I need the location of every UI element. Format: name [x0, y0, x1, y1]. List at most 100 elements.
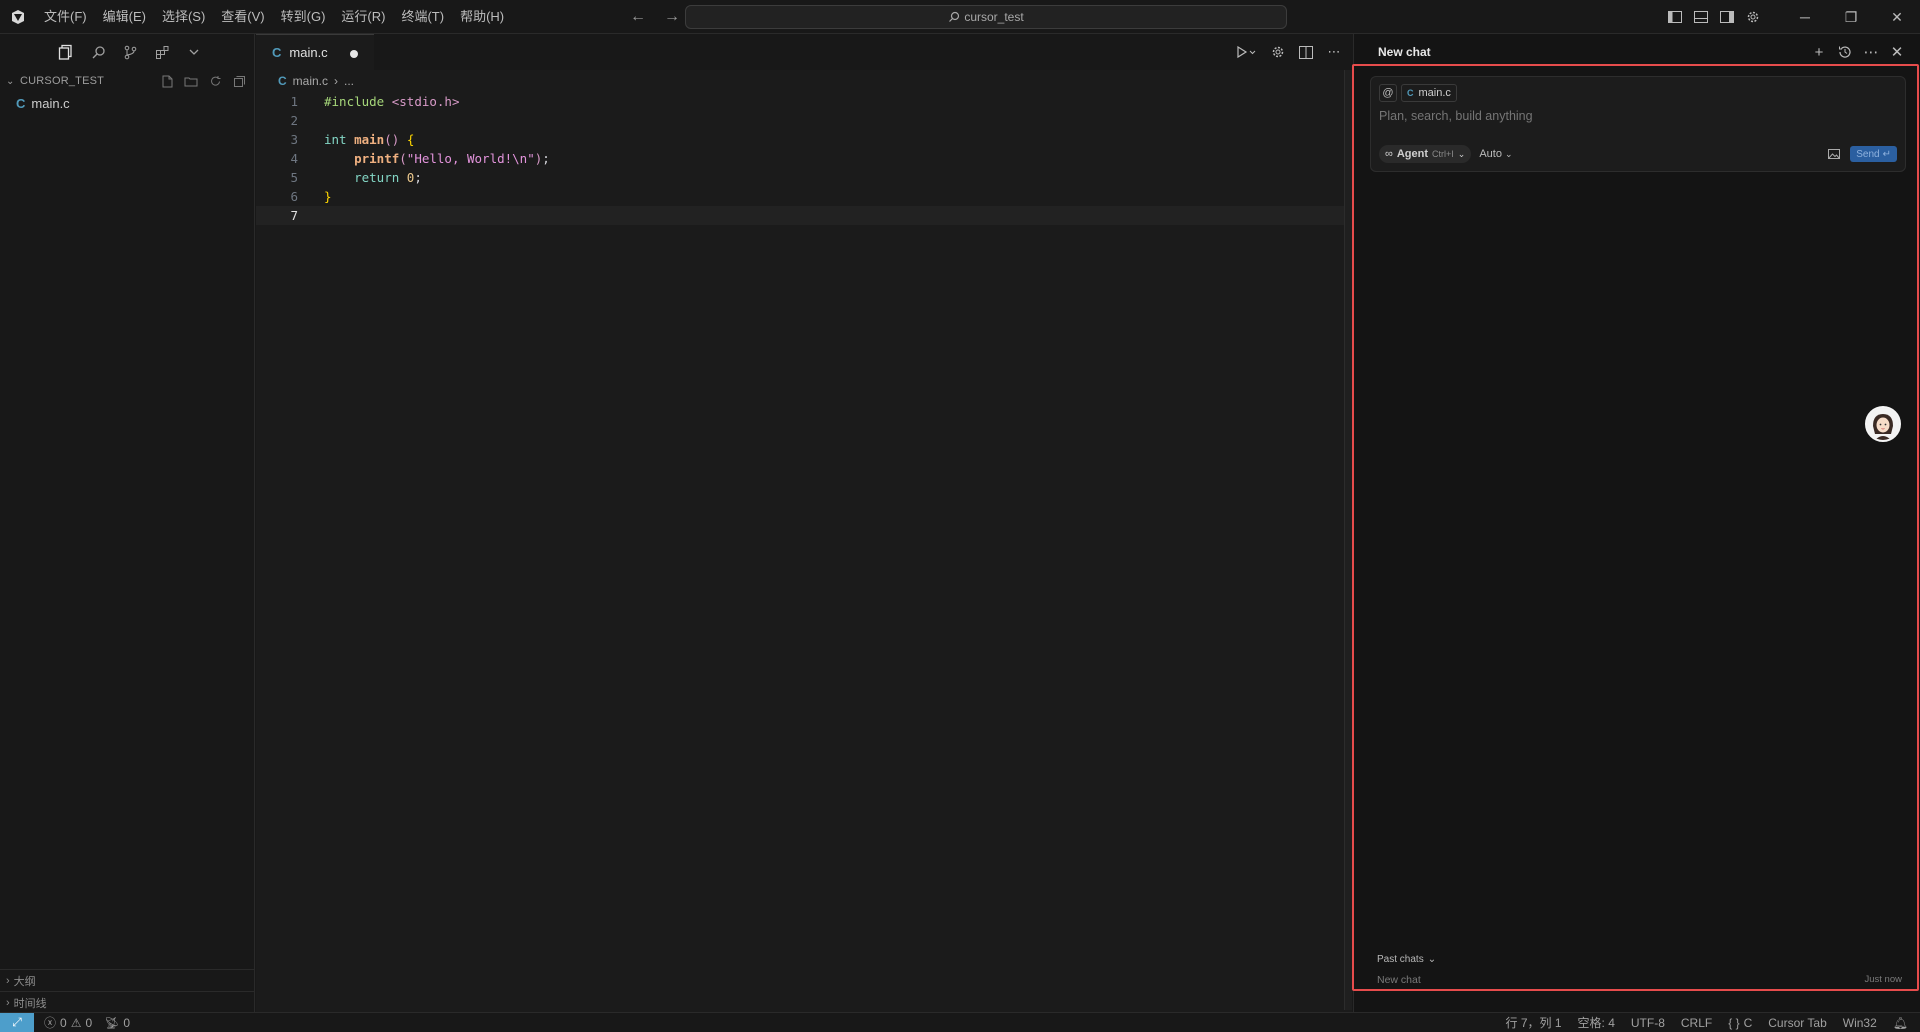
primary-sidebar: ⌄ CURSOR_TEST C main.c › 大纲 › 时间线 — [0, 34, 255, 1013]
history-icon[interactable] — [1836, 43, 1854, 61]
breadcrumb-symbol[interactable]: ... — [344, 74, 354, 88]
indentation[interactable]: 空格: 4 — [1578, 1014, 1615, 1031]
editor-area: C main.c ⋯ C main.c › ... 1 #include <st… — [256, 34, 1608, 1013]
title-bar: 文件(F) 编辑(E) 选择(S) 查看(V) 转到(G) 运行(R) 终端(T… — [0, 0, 1920, 34]
new-chat-plus-icon[interactable]: + — [1810, 43, 1828, 61]
chat-composer: @ C main.c ∞ Agent Ctrl+I ⌄ Auto ⌄ — [1370, 76, 1906, 172]
menu-selection[interactable]: 选择(S) — [154, 0, 213, 34]
code-text: } — [324, 189, 332, 204]
explorer-files-icon[interactable] — [55, 41, 77, 63]
remote-indicator-icon[interactable]: ⤢ — [0, 1012, 34, 1032]
refresh-icon[interactable] — [206, 72, 224, 90]
cursor-logo-icon[interactable] — [0, 0, 36, 34]
assistant-avatar[interactable] — [1865, 406, 1901, 442]
line-number: 5 — [290, 170, 298, 185]
timeline-section-label: 时间线 — [13, 997, 47, 1010]
chat-input[interactable] — [1379, 109, 1879, 123]
agent-mode-label: Agent — [1396, 148, 1429, 160]
line-number: 7 — [290, 208, 298, 223]
menu-help[interactable]: 帮助(H) — [452, 0, 512, 34]
close-icon[interactable]: ✕ — [1888, 43, 1906, 61]
toggle-primary-sidebar-icon[interactable] — [1662, 0, 1688, 34]
outline-section-label: 大纲 — [13, 975, 36, 988]
ports-indicator[interactable]: 📡︎ 0 — [104, 1016, 130, 1030]
chat-title[interactable]: New chat — [1378, 45, 1431, 59]
more-options-icon[interactable]: ⋯ — [1862, 43, 1880, 61]
code-line: 3 int main() { — [256, 130, 1346, 149]
chevron-down-icon[interactable] — [183, 41, 205, 63]
run-debug-icon[interactable] — [1232, 42, 1260, 62]
tab-main-c[interactable]: C main.c — [256, 34, 374, 70]
more-actions-icon[interactable]: ⋯ — [1324, 42, 1344, 62]
chevron-right-icon: › — [6, 996, 10, 1009]
settings-gear-icon[interactable] — [1740, 0, 1766, 34]
model-select[interactable]: Auto ⌄ — [1479, 148, 1512, 160]
platform[interactable]: Win32 — [1843, 1016, 1877, 1030]
breadcrumb-file[interactable]: main.c — [293, 74, 328, 88]
tab-label: main.c — [289, 45, 328, 60]
command-center-search[interactable]: cursor_test — [685, 5, 1287, 29]
menu-bar: 文件(F) 编辑(E) 选择(S) 查看(V) 转到(G) 运行(R) 终端(T… — [36, 0, 512, 34]
cursor-position[interactable]: 行 7，列 1 — [1506, 1014, 1562, 1031]
past-chat-title: New chat — [1377, 974, 1421, 986]
explorer-folder-header[interactable]: ⌄ CURSOR_TEST — [0, 70, 254, 92]
chevron-right-icon: › — [334, 74, 339, 88]
new-folder-icon[interactable] — [182, 72, 200, 90]
timeline-section[interactable]: › 时间线 — [0, 991, 255, 1013]
code-text: #include <stdio.h> — [324, 94, 460, 109]
code-text: return 0; — [354, 170, 422, 185]
line-ending[interactable]: CRLF — [1681, 1016, 1712, 1030]
language-mode[interactable]: { } C — [1728, 1016, 1752, 1030]
code-text: printf("Hello, World!\n"); — [354, 151, 550, 166]
menu-terminal[interactable]: 终端(T) — [393, 0, 452, 34]
notifications-bell-icon[interactable]: 🔔︎ — [1893, 1016, 1908, 1030]
forward-arrow-icon[interactable]: → — [660, 8, 684, 26]
agent-mode-shortcut: Ctrl+I — [1432, 149, 1454, 159]
agent-mode-dropdown[interactable]: ∞ Agent Ctrl+I ⌄ — [1379, 145, 1472, 163]
send-button[interactable]: Send ↵ — [1850, 146, 1897, 162]
past-chats-toggle[interactable]: Past chats ⌄ — [1377, 954, 1436, 965]
extensions-icon[interactable] — [151, 41, 173, 63]
folder-name: CURSOR_TEST — [20, 75, 105, 87]
source-control-icon[interactable] — [119, 41, 141, 63]
menu-view[interactable]: 查看(V) — [213, 0, 272, 34]
add-context-button[interactable]: @ — [1379, 84, 1397, 102]
menu-run[interactable]: 运行(R) — [333, 0, 393, 34]
toggle-panel-icon[interactable] — [1688, 0, 1714, 34]
image-upload-icon[interactable] — [1828, 147, 1841, 162]
chevron-down-icon: ⌄ — [1427, 954, 1437, 965]
error-count: 0 — [60, 1015, 67, 1030]
file-tree-item[interactable]: C main.c — [0, 92, 254, 114]
problems-indicator[interactable]: ⓧ 0 ⚠ 0 — [44, 1014, 92, 1031]
split-editor-icon[interactable] — [1296, 42, 1316, 62]
code-text: int main() { — [324, 132, 415, 147]
cursor-tab-status[interactable]: Cursor Tab — [1768, 1016, 1826, 1030]
c-file-icon: C — [1407, 88, 1414, 98]
collapse-all-icon[interactable] — [230, 72, 248, 90]
back-arrow-icon[interactable]: ← — [626, 8, 650, 26]
search-icon[interactable] — [87, 41, 109, 63]
context-file-chip[interactable]: C main.c — [1401, 84, 1457, 102]
breadcrumb: C main.c › ... — [256, 70, 1352, 92]
gear-icon[interactable] — [1268, 42, 1288, 62]
close-window-icon[interactable]: ✕ — [1874, 0, 1920, 34]
code-editor[interactable]: 1 #include <stdio.h> 2 3 int main() { 4 … — [256, 92, 1346, 225]
unsaved-dot-icon[interactable] — [350, 50, 358, 58]
menu-edit[interactable]: 编辑(E) — [95, 0, 154, 34]
past-chat-item[interactable]: New chat Just now — [1377, 974, 1902, 986]
braces-icon: { } — [1728, 1015, 1740, 1030]
restore-icon[interactable]: ❐ — [1828, 0, 1874, 34]
outline-section[interactable]: › 大纲 — [0, 969, 255, 991]
chevron-down-icon: ⌄ — [1457, 148, 1466, 159]
sidebar-activity-toolbar — [0, 34, 254, 70]
new-file-icon[interactable] — [158, 72, 176, 90]
encoding[interactable]: UTF-8 — [1631, 1016, 1665, 1030]
minimize-icon[interactable]: ─ — [1782, 0, 1828, 34]
editor-scrollbar[interactable] — [1344, 70, 1352, 1010]
menu-go[interactable]: 转到(G) — [273, 0, 334, 34]
enter-icon: ↵ — [1882, 148, 1891, 160]
toggle-secondary-sidebar-icon[interactable] — [1714, 0, 1740, 34]
line-number: 1 — [290, 94, 298, 109]
menu-file[interactable]: 文件(F) — [36, 0, 95, 34]
past-chat-time: Just now — [1864, 974, 1903, 985]
